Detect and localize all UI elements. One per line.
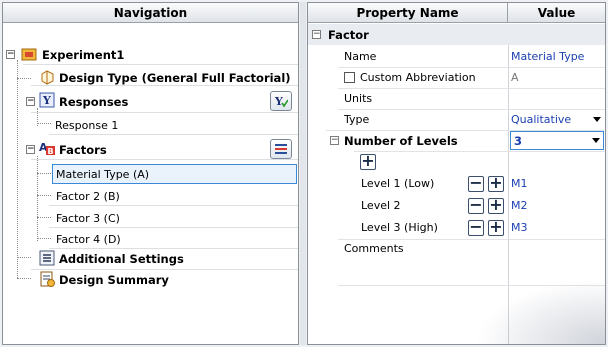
factor-label: Factor 4 (D)	[56, 233, 121, 246]
number-of-levels-row[interactable]: − Number of Levels 3	[308, 130, 605, 151]
tree-item-factor-selected[interactable]: Material Type (A)	[3, 164, 298, 185]
navigation-header-label: Navigation	[113, 5, 188, 20]
level-value[interactable]: M1	[511, 177, 528, 190]
level-label: Level 2	[361, 199, 401, 212]
tree-item-experiment[interactable]: − Experiment1	[3, 44, 298, 65]
custom-abbreviation-value: A	[511, 71, 519, 84]
property-pane: Property Name Value − Factor Name Materi…	[307, 2, 606, 345]
navigation-pane: Navigation − Experiment1 Design Type (Ge…	[2, 2, 299, 345]
experiment-folder-icon	[21, 48, 37, 61]
remove-level-button[interactable]: −	[468, 219, 484, 236]
tree-item-design-summary[interactable]: Design Summary	[3, 269, 298, 290]
response-settings-icon: Y	[274, 95, 288, 108]
comments-row[interactable]: Comments	[308, 238, 605, 259]
number-of-levels-select[interactable]: 3	[510, 131, 604, 150]
property-grid-header: Property Name Value	[308, 3, 605, 23]
collapse-icon[interactable]: −	[26, 145, 35, 154]
remove-level-button[interactable]: −	[468, 175, 484, 192]
level-value[interactable]: M2	[511, 199, 528, 212]
custom-abbreviation-row[interactable]: Custom Abbreviation A	[308, 67, 605, 88]
value-header: Value	[537, 5, 576, 20]
tree-item-responses[interactable]: − Y Responses Y	[3, 89, 298, 113]
category-label: Factor	[328, 28, 369, 42]
response-label: Response 1	[55, 119, 119, 132]
level-row[interactable]: Level 2 − + M2	[308, 195, 605, 216]
tree-item-factor[interactable]: Factor 2 (B)	[3, 186, 298, 207]
level-value[interactable]: M3	[511, 221, 528, 234]
level-row[interactable]: Level 3 (High) − + M3	[308, 217, 605, 238]
custom-abbreviation-label: Custom Abbreviation	[360, 71, 476, 84]
units-label: Units	[344, 92, 373, 105]
design-summary-label: Design Summary	[59, 273, 169, 287]
name-label: Name	[344, 50, 377, 63]
tree-item-factor[interactable]: Factor 4 (D)	[3, 229, 298, 250]
add-level-button[interactable]: +	[488, 197, 504, 214]
responses-icon: Y	[39, 92, 55, 108]
level-row[interactable]: Level 1 (Low) − + M1	[308, 173, 605, 194]
units-row[interactable]: Units	[308, 88, 605, 109]
add-response-button[interactable]: Y	[270, 91, 292, 111]
svg-text:B: B	[48, 147, 54, 156]
level-label: Level 1 (Low)	[361, 177, 435, 190]
level-label: Level 3 (High)	[361, 221, 438, 234]
tree-item-factors[interactable]: − A B Factors	[3, 137, 298, 161]
number-of-levels-value: 3	[514, 134, 523, 148]
factor-list-button[interactable]	[270, 139, 292, 159]
pane-splitter[interactable]	[300, 2, 306, 345]
factor-list-icon	[275, 144, 287, 154]
experiment-label: Experiment1	[42, 48, 125, 62]
svg-text:Y: Y	[274, 95, 283, 108]
navigation-header: Navigation	[3, 3, 298, 23]
type-row[interactable]: Type Qualitative	[308, 109, 605, 130]
add-level-button[interactable]: +	[360, 153, 376, 170]
add-level-row: +	[308, 151, 605, 172]
additional-settings-label: Additional Settings	[59, 252, 184, 266]
add-level-button[interactable]: +	[488, 219, 504, 236]
tree-item-additional-settings[interactable]: Additional Settings	[3, 248, 298, 269]
factor-label: Factor 3 (C)	[56, 212, 120, 225]
design-type-label: Design Type (General Full Factorial)	[59, 71, 291, 85]
comments-label: Comments	[344, 242, 404, 255]
add-level-button[interactable]: +	[488, 175, 504, 192]
tree-item-design-type[interactable]: Design Type (General Full Factorial)	[3, 67, 298, 88]
factor-label: Material Type (A)	[56, 168, 150, 181]
tree-item-factor[interactable]: Factor 3 (C)	[3, 208, 298, 229]
responses-label: Responses	[59, 95, 129, 109]
collapse-icon[interactable]: −	[312, 30, 321, 39]
factors-label: Factors	[59, 143, 107, 157]
design-summary-icon	[40, 271, 55, 287]
collapse-icon[interactable]: −	[6, 50, 15, 59]
factor-label: Factor 2 (B)	[56, 190, 120, 203]
design-type-icon	[41, 70, 54, 85]
type-dropdown-icon[interactable]	[593, 117, 601, 122]
corner-watermark	[465, 274, 605, 344]
number-of-levels-label: Number of Levels	[344, 134, 458, 148]
type-label: Type	[344, 113, 370, 126]
name-value[interactable]: Material Type	[511, 50, 584, 63]
levels-dropdown-icon[interactable]	[592, 138, 600, 143]
collapse-icon[interactable]: −	[330, 136, 339, 145]
property-name-header: Property Name	[308, 3, 508, 22]
tree-item-response[interactable]: Response 1	[3, 115, 298, 136]
factors-icon: A B	[39, 141, 55, 156]
collapse-icon[interactable]: −	[26, 97, 35, 106]
remove-level-button[interactable]: −	[468, 197, 484, 214]
type-value[interactable]: Qualitative	[511, 113, 571, 126]
category-factor[interactable]: − Factor	[308, 24, 605, 45]
svg-text:Y: Y	[42, 94, 51, 107]
custom-abbreviation-checkbox[interactable]	[344, 72, 355, 83]
property-name-row[interactable]: Name Material Type	[308, 46, 605, 67]
settings-list-icon	[39, 250, 55, 266]
